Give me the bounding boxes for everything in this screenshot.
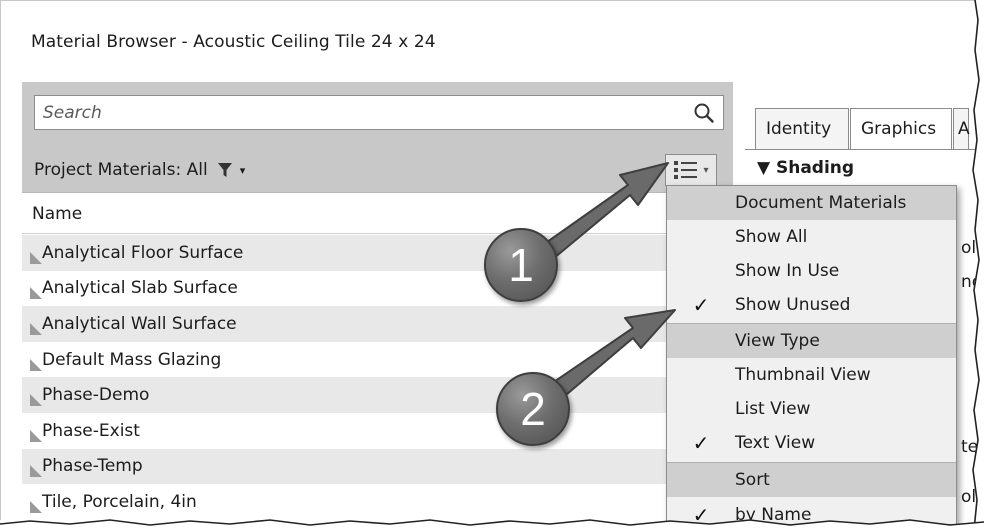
- list-item[interactable]: Phase-Temp: [22, 448, 733, 485]
- menu-item-label: View Type: [735, 331, 820, 351]
- menu-item-label: Sort: [735, 470, 770, 490]
- callout-number-1: 1: [484, 228, 558, 302]
- menu-item-label: Show All: [735, 227, 808, 247]
- list-item-label: Analytical Slab Surface: [42, 278, 238, 299]
- menu-item-label: List View: [735, 399, 811, 419]
- menu-item-list-view[interactable]: List View: [667, 392, 956, 426]
- menu-header-document-materials: Document Materials: [667, 186, 956, 220]
- material-corner-icon: [30, 394, 42, 407]
- list-item[interactable]: Tile, Porcelain, 4in: [22, 484, 733, 520]
- tab-appearance[interactable]: A: [953, 108, 970, 149]
- menu-item-show-all[interactable]: Show All: [667, 220, 956, 254]
- torn-edge-bottom: [0, 519, 984, 530]
- search-area: [22, 82, 733, 149]
- menu-item-label: Text View: [735, 433, 816, 453]
- window-title: Material Browser - Acoustic Ceiling Tile…: [31, 32, 436, 52]
- funnel-icon: [217, 163, 232, 177]
- list-item-label: Default Mass Glazing: [42, 349, 222, 370]
- material-corner-icon: [30, 429, 42, 442]
- callout-number-2: 2: [496, 372, 570, 446]
- list-item-label: Tile, Porcelain, 4in: [42, 491, 197, 512]
- menu-item-show-in-use[interactable]: Show In Use: [667, 254, 956, 288]
- torn-edge-right: [972, 0, 984, 530]
- name-column-header: Name: [32, 204, 83, 224]
- title-bar: Material Browser - Acoustic Ceiling Tile…: [1, 1, 977, 81]
- material-corner-icon: [30, 322, 42, 335]
- menu-item-label: Show In Use: [735, 261, 840, 281]
- search-input[interactable]: [35, 96, 675, 129]
- menu-header-view-type: View Type: [667, 324, 956, 358]
- material-corner-icon: [30, 251, 42, 264]
- search-box[interactable]: [34, 95, 724, 130]
- material-corner-icon: [30, 500, 42, 513]
- list-item-label: Analytical Wall Surface: [42, 313, 237, 334]
- chevron-down-icon: ▾: [239, 163, 246, 177]
- search-icon[interactable]: [693, 102, 715, 124]
- tab-strip-divider: [745, 149, 977, 150]
- shading-section-header[interactable]: ▼ Shading: [757, 158, 854, 178]
- view-options-menu: Document Materials Show All Show In Use …: [666, 185, 957, 525]
- chevron-down-icon: ▾: [703, 164, 709, 176]
- material-corner-icon: [30, 465, 42, 478]
- list-item-label: Phase-Temp: [42, 456, 143, 477]
- menu-item-text-view[interactable]: ✓ Text View: [667, 426, 956, 460]
- project-materials-label: Project Materials: All: [34, 160, 208, 180]
- menu-item-thumbnail-view[interactable]: Thumbnail View: [667, 358, 956, 392]
- list-item-label: Phase-Exist: [42, 420, 140, 441]
- checkmark-icon: ✓: [692, 431, 710, 455]
- list-item-label: Phase-Demo: [42, 385, 150, 406]
- material-corner-icon: [30, 287, 42, 300]
- list-item-label: Analytical Floor Surface: [42, 242, 244, 263]
- material-corner-icon: [30, 358, 42, 371]
- project-materials-filter[interactable]: Project Materials: All ▾: [34, 160, 245, 180]
- menu-item-label: Document Materials: [735, 193, 907, 213]
- screenshot-page: Material Browser - Acoustic Ceiling Tile…: [0, 0, 984, 530]
- tab-graphics[interactable]: Graphics: [850, 108, 952, 149]
- tab-identity[interactable]: Identity: [755, 108, 849, 149]
- menu-header-sort: Sort: [667, 463, 956, 497]
- menu-item-label: Thumbnail View: [735, 365, 871, 385]
- menu-item-label: Show Unused: [735, 295, 851, 315]
- menu-item-show-unused[interactable]: ✓ Show Unused: [667, 288, 956, 322]
- list-item[interactable]: Phase-Exist: [22, 413, 733, 449]
